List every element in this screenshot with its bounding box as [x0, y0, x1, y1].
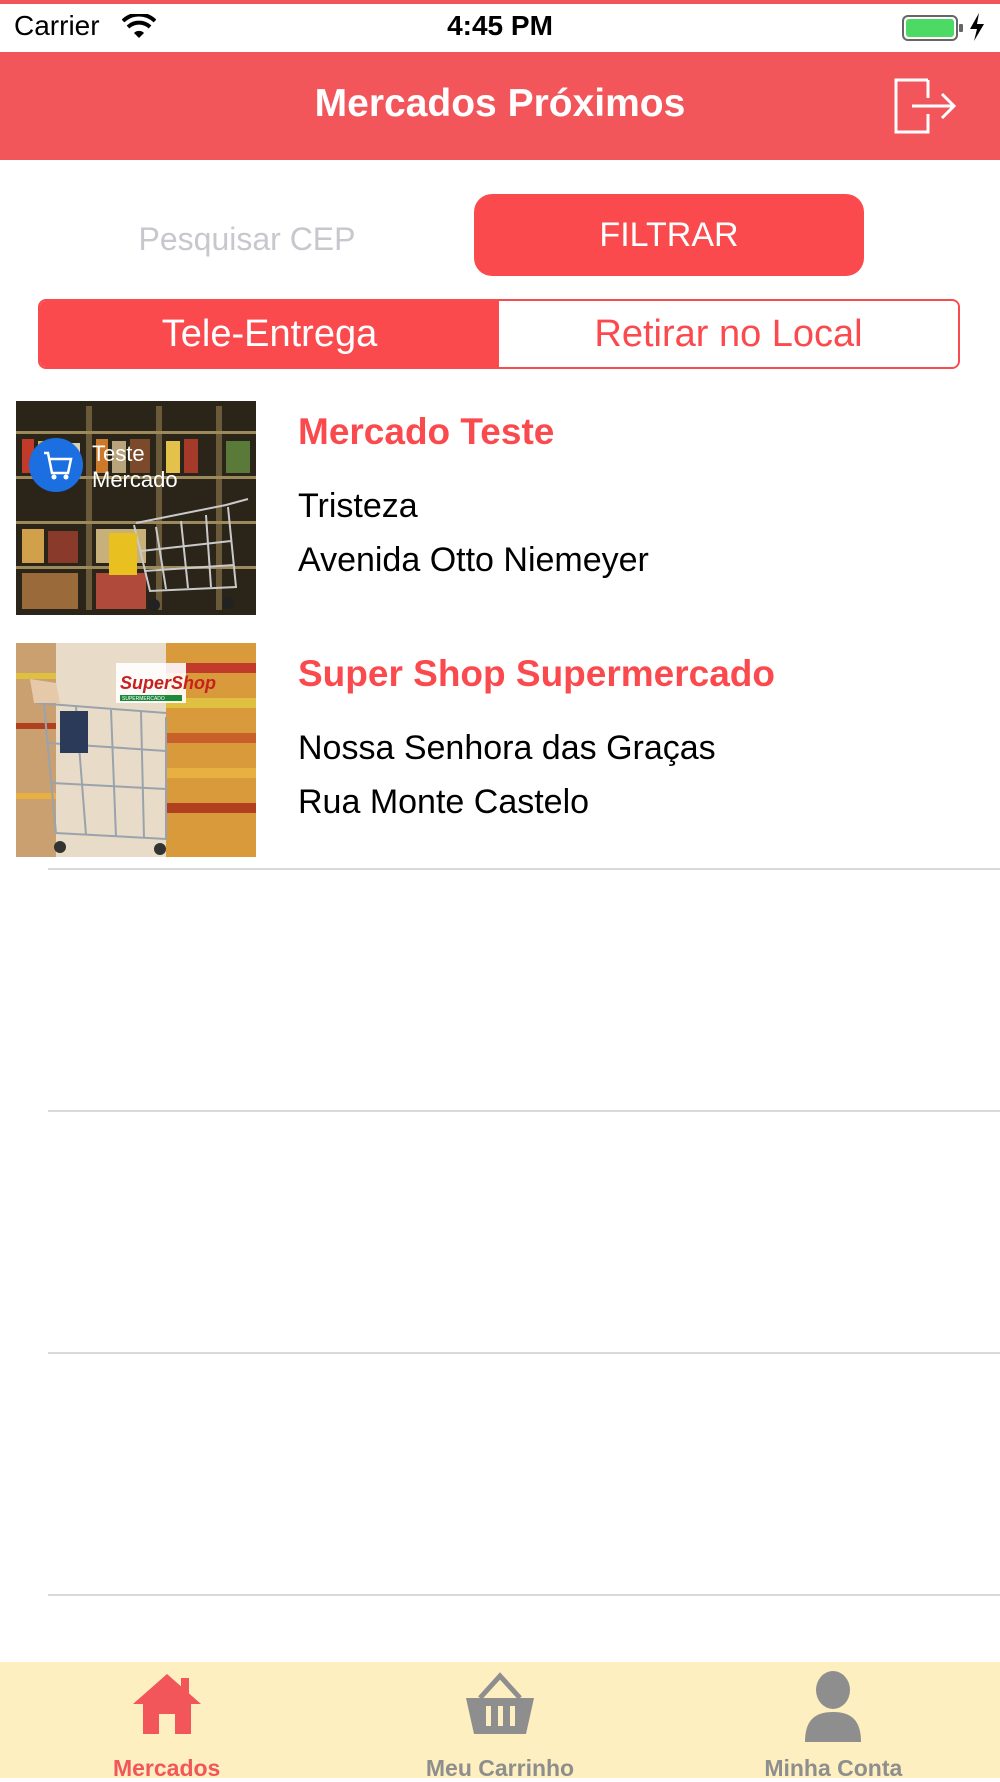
market-name: Super Shop Supermercado [298, 653, 775, 694]
row-separator [48, 1110, 1000, 1112]
basket-icon [465, 1672, 534, 1734]
battery-icon [902, 14, 964, 47]
tab-bar: Mercados Meu Carrinho Minha Conta [0, 1662, 1000, 1781]
home-icon [132, 1674, 201, 1734]
row-separator [48, 1594, 1000, 1596]
row-separator [48, 868, 1000, 870]
person-icon [805, 1671, 862, 1742]
svg-text:SUPERMERCADO: SUPERMERCADO [122, 696, 165, 702]
segment-pickup[interactable]: Retirar no Local [499, 301, 958, 367]
list-item[interactable]: SuperShop SUPERMERCADO Super Shop Superm… [0, 643, 1000, 885]
market-image: Teste Mercado [16, 401, 256, 615]
list-item[interactable]: Teste Mercado Mercado Teste Tristeza Ave… [0, 401, 1000, 643]
page-title: Mercados Próximos [314, 82, 686, 125]
market-name: Mercado Teste [298, 411, 555, 452]
filter-button[interactable]: FILTRAR [474, 194, 864, 276]
market-image: SuperShop SUPERMERCADO [16, 643, 256, 857]
charging-icon [968, 12, 986, 47]
navigation-bar: Mercados Próximos [0, 52, 1000, 160]
svg-text:SuperShop: SuperShop [120, 673, 216, 693]
svg-text:Teste: Teste [92, 441, 145, 466]
delivery-mode-segmented-control: Tele-Entrega Retirar no Local [38, 299, 960, 369]
row-separator [48, 1352, 1000, 1354]
market-street: Avenida Otto Niemeyer [298, 541, 649, 579]
logout-button[interactable] [890, 74, 960, 138]
market-neighborhood: Tristeza [298, 487, 418, 525]
status-bar: Carrier 4:45 PM [0, 0, 1000, 52]
clock: 4:45 PM [447, 10, 553, 41]
tab-meu-carrinho[interactable]: Meu Carrinho [333, 1662, 666, 1781]
svg-text:Mercado: Mercado [92, 467, 178, 492]
tab-mercados[interactable]: Mercados [0, 1662, 333, 1781]
tab-minha-conta[interactable]: Minha Conta [667, 1662, 1000, 1781]
market-street: Rua Monte Castelo [298, 783, 590, 821]
market-neighborhood: Nossa Senhora das Graças [298, 729, 716, 767]
logout-icon [894, 78, 957, 134]
segment-delivery[interactable]: Tele-Entrega [40, 301, 499, 367]
cep-search-input[interactable] [60, 208, 434, 270]
